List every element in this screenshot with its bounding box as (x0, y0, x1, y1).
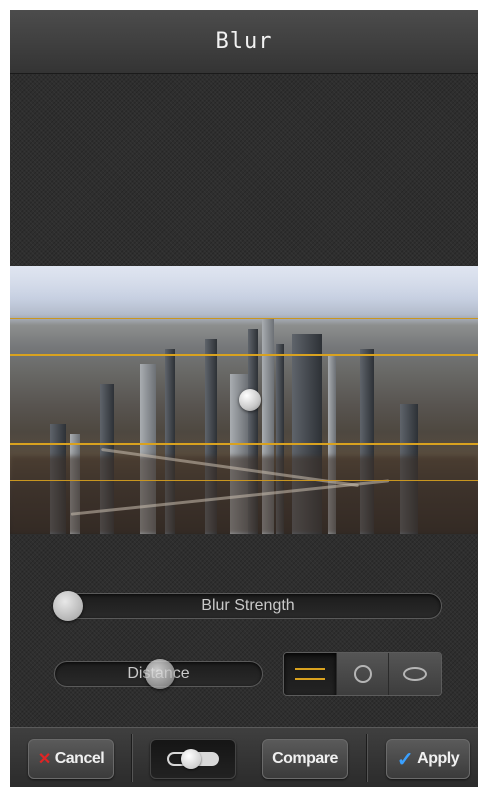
blur-mode-selector (283, 652, 442, 696)
blur-strength-slider[interactable]: Blur Strength (54, 593, 442, 619)
apply-button[interactable]: ✓ Apply (386, 739, 470, 779)
blur-editor-screen: Blur Blur Strength Distance (10, 10, 478, 787)
toolbar-divider (366, 734, 367, 782)
circle-blur-icon (353, 665, 372, 683)
circle-mode-button[interactable] (335, 653, 389, 695)
toggle-switch-icon (167, 749, 219, 769)
cancel-button[interactable]: ✕ Cancel (28, 739, 114, 779)
toolbar-divider (131, 734, 132, 782)
compare-button[interactable]: Compare (262, 739, 348, 779)
photo-preview[interactable] (10, 266, 478, 534)
ellipse-mode-button[interactable] (388, 653, 441, 695)
inner-guide-line-bottom[interactable] (10, 443, 478, 445)
toggle-preview-button[interactable] (150, 739, 236, 779)
ellipse-blur-icon (403, 667, 428, 681)
cancel-label: Cancel (54, 750, 105, 767)
focus-center-handle[interactable] (239, 389, 261, 411)
cancel-x-icon: ✕ (37, 751, 51, 768)
linear-blur-icon (294, 668, 325, 680)
blur-strength-knob[interactable] (53, 591, 83, 621)
page-title: Blur (215, 29, 273, 54)
checkmark-icon: ✓ (396, 748, 414, 771)
linear-mode-button[interactable] (284, 653, 336, 695)
distance-knob[interactable] (145, 659, 175, 689)
compare-label: Compare (272, 750, 338, 767)
blur-strength-label: Blur Strength (201, 597, 295, 614)
outer-guide-line-top[interactable] (10, 318, 478, 319)
outer-guide-line-bottom[interactable] (10, 480, 478, 481)
sky-haze (10, 266, 478, 326)
title-bar: Blur (10, 10, 478, 74)
inner-guide-line-top[interactable] (10, 354, 478, 356)
bottom-toolbar: ✕ Cancel Compare ✓ Apply (10, 727, 478, 787)
apply-label: Apply (417, 750, 460, 767)
